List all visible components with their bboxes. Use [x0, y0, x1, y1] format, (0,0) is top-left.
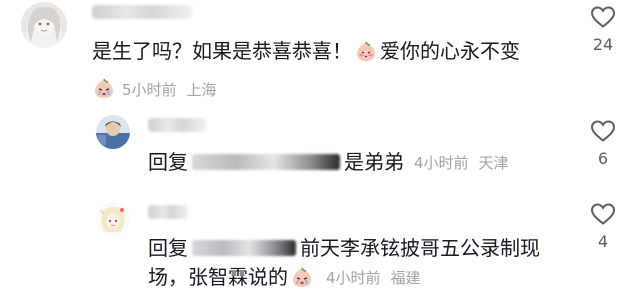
reply-body-line2: 场，张智霖说的 — [148, 265, 288, 289]
crying-peach-emoji — [290, 265, 314, 289]
comment-meta: 5小时前 上海 — [92, 76, 217, 101]
avatar[interactable] — [96, 202, 130, 236]
username-blurred[interactable] — [148, 118, 206, 132]
like-button[interactable]: 6 — [589, 119, 617, 168]
reply-location: 天津 — [478, 154, 509, 172]
reply-body: 是弟弟 — [344, 150, 404, 174]
heart-outline-icon — [590, 120, 616, 142]
avatar-image — [21, 2, 67, 48]
reply-meta: 4小时前 福建 — [326, 269, 421, 287]
reply-target-blurred[interactable] — [192, 154, 340, 170]
avatar-image — [96, 115, 130, 149]
avatar[interactable] — [21, 2, 67, 48]
reply-location: 福建 — [390, 269, 421, 287]
reply-text: 回复 是弟弟 4小时前 天津 — [148, 147, 509, 178]
heart-outline-icon — [590, 203, 616, 225]
avatar[interactable] — [96, 115, 130, 149]
comment-time: 5小时前 — [122, 81, 177, 99]
username-blurred[interactable] — [148, 205, 188, 219]
reply-time: 4小时前 — [414, 154, 469, 172]
like-count: 24 — [592, 35, 614, 54]
reply-prefix: 回复 — [148, 236, 188, 260]
like-count: 4 — [597, 232, 609, 251]
like-button[interactable]: 4 — [589, 202, 617, 251]
avatar-image — [96, 202, 130, 236]
like-count: 6 — [597, 149, 609, 168]
comment-location: 上海 — [186, 81, 217, 99]
reply-body: 前天李承铉披哥五公录制现 — [300, 236, 540, 260]
comment-body: 是生了吗？如果是恭喜恭喜！ — [92, 39, 352, 63]
reply-time: 4小时前 — [326, 269, 381, 287]
like-button[interactable]: 24 — [589, 5, 617, 54]
reply-meta: 4小时前 天津 — [414, 154, 509, 172]
reply-text-line2: 场，张智霖说的 4小时前 福建 — [148, 262, 421, 293]
reply-prefix: 回复 — [148, 150, 188, 174]
comment-body-tail: 爱你的心永不变 — [380, 39, 520, 63]
crying-peach-emoji — [92, 76, 116, 100]
reply-text: 回复 前天李承铉披哥五公录制现 — [148, 233, 540, 263]
reply-target-blurred[interactable] — [192, 240, 296, 256]
comment-text: 是生了吗？如果是恭喜恭喜！ 爱你的心永不变 — [92, 36, 520, 66]
blushing-peach-emoji — [354, 39, 378, 63]
username-blurred[interactable] — [92, 5, 192, 19]
heart-outline-icon — [590, 6, 616, 28]
